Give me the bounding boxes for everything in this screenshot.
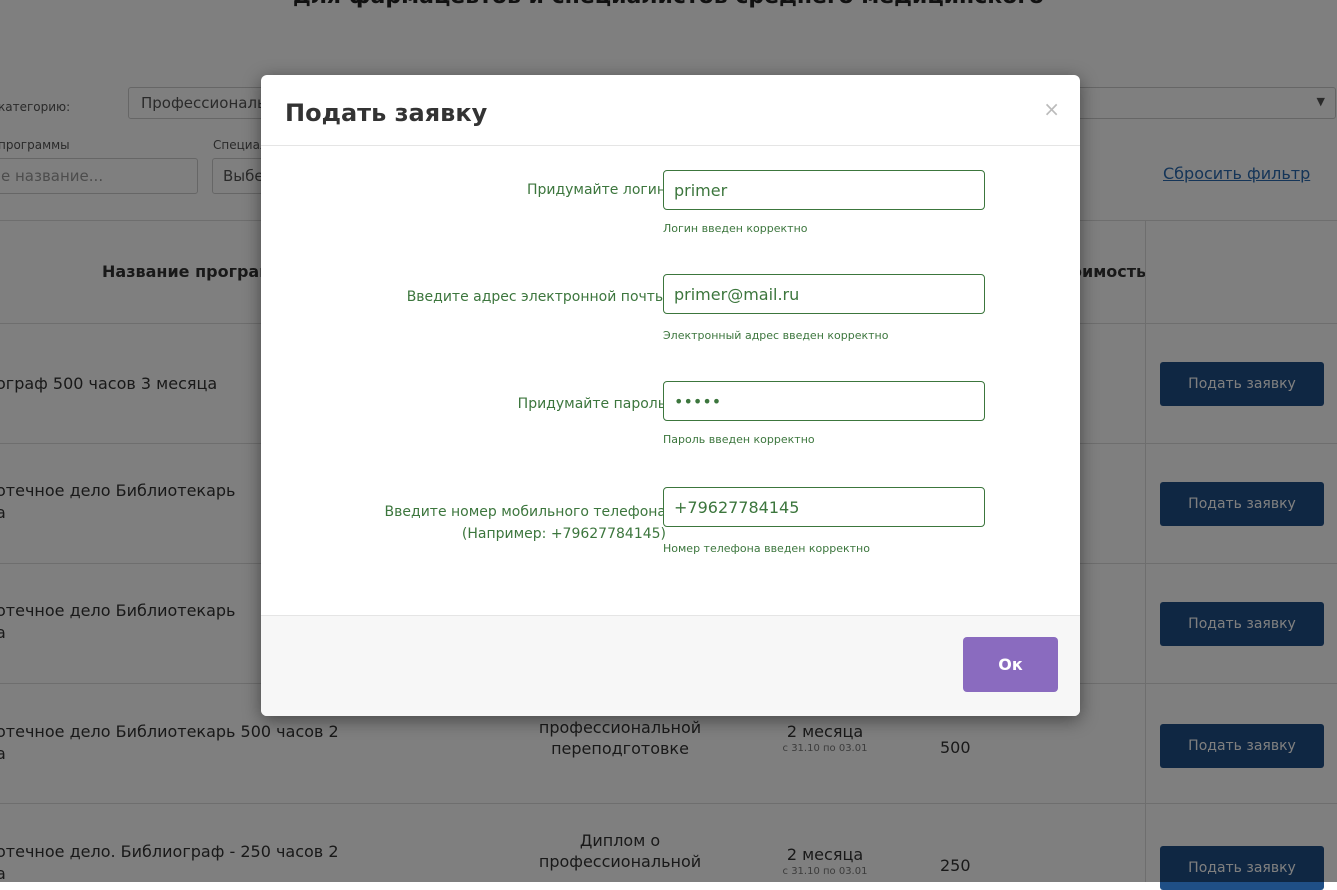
modal-header-divider bbox=[261, 145, 1080, 146]
phone-label-line1: Введите номер мобильного телефона bbox=[384, 504, 666, 520]
ok-button[interactable]: Ок bbox=[963, 637, 1058, 692]
phone-label-line2: (Например: +79627784145) bbox=[461, 526, 666, 542]
close-icon[interactable]: × bbox=[1043, 97, 1060, 121]
email-input[interactable] bbox=[663, 274, 985, 314]
phone-label: Введите номер мобильного телефона (Напри… bbox=[385, 501, 666, 545]
application-modal: Подать заявку × Придумайте логин Логин в… bbox=[261, 75, 1080, 716]
phone-input[interactable] bbox=[663, 487, 985, 527]
password-label: Придумайте пароль bbox=[517, 396, 666, 412]
login-label: Придумайте логин bbox=[526, 182, 666, 198]
login-help: Логин введен корректно bbox=[663, 222, 808, 235]
password-help: Пароль введен корректно bbox=[663, 433, 815, 446]
password-input[interactable] bbox=[663, 381, 985, 421]
phone-help: Номер телефона введен корректно bbox=[663, 542, 870, 555]
modal-footer bbox=[261, 615, 1080, 716]
email-label: Введите адрес электронной почты bbox=[406, 289, 666, 305]
login-input[interactable] bbox=[663, 170, 985, 210]
modal-title: Подать заявку bbox=[285, 99, 488, 127]
email-help: Электронный адрес введен корректно bbox=[663, 329, 889, 342]
